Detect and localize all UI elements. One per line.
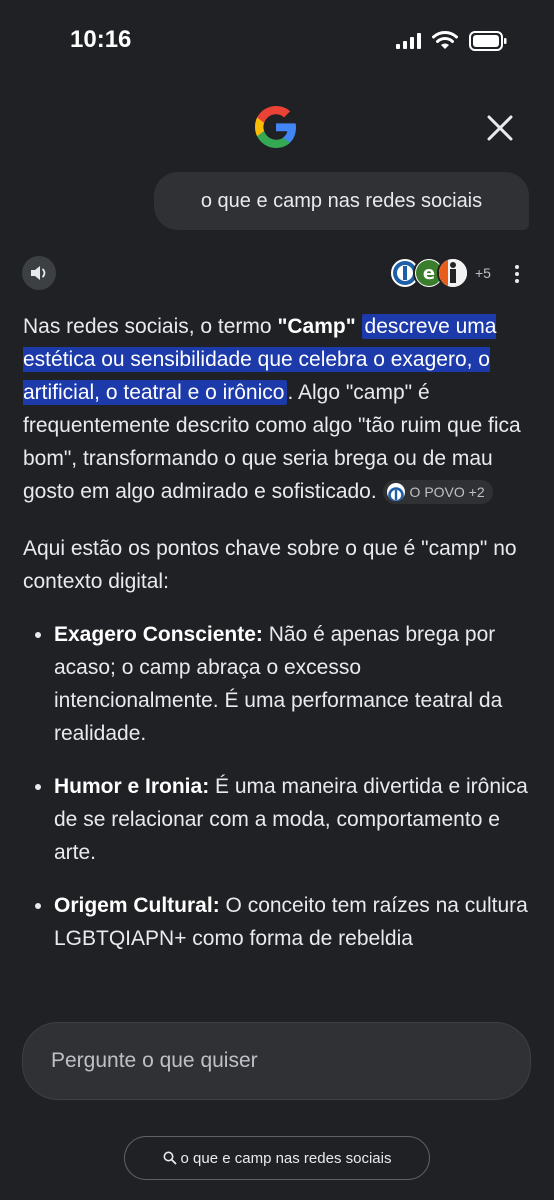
listen-button[interactable] [22,256,56,290]
source-favicon-i-icon [437,257,469,289]
answer-paragraph-2: Aqui estão os pontos chave sobre o que é… [23,537,517,593]
list-item: Humor e Ironia: É uma maneira divertida … [54,770,531,869]
bullet-title: Origem Cultural: [54,894,220,917]
bullet-title: Humor e Ironia: [54,775,210,798]
speaker-icon [31,266,46,280]
wifi-icon [432,31,458,49]
close-icon[interactable] [484,112,516,144]
sources-more-count: +5 [475,265,491,281]
recent-query-label: o que e camp nas redes sociais [180,1149,392,1167]
list-item: Origem Cultural: O conceito tem raízes n… [54,889,531,955]
answer-text: Nas redes sociais, o termo [23,315,278,338]
user-query-text: o que e camp nas redes sociais [200,189,483,212]
answer-term: "Camp" [277,315,356,338]
bullet-title: Exagero Consciente: [54,623,263,646]
citation-label: O POVO +2 [409,483,485,500]
more-options-icon[interactable] [510,262,524,288]
list-item: Exagero Consciente: Não é apenas brega p… [54,618,531,750]
status-time: 10:16 [70,26,132,53]
sources-button[interactable]: e +5 [389,256,491,290]
svg-text:e: e [423,263,435,284]
google-logo-icon [255,106,296,148]
answer-paragraph-1: Nas redes sociais, o termo "Camp" descre… [23,310,531,508]
search-icon [163,1151,176,1165]
cellular-signal-icon [396,33,421,49]
ask-input[interactable]: Pergunte o que quiser [22,1022,531,1100]
ask-input-placeholder: Pergunte o que quiser [51,1049,258,1072]
opovo-icon [386,483,405,502]
user-query-bubble: o que e camp nas redes sociais [154,172,529,230]
status-bar: 10:16 [0,0,554,80]
ai-answer: Nas redes sociais, o termo "Camp" descre… [23,310,531,975]
citation-chip[interactable]: O POVO +2 [382,480,493,505]
answer-bullet-list: Exagero Consciente: Não é apenas brega p… [23,618,531,955]
recent-query-button[interactable]: o que e camp nas redes sociais [124,1136,430,1180]
battery-icon [469,31,507,51]
